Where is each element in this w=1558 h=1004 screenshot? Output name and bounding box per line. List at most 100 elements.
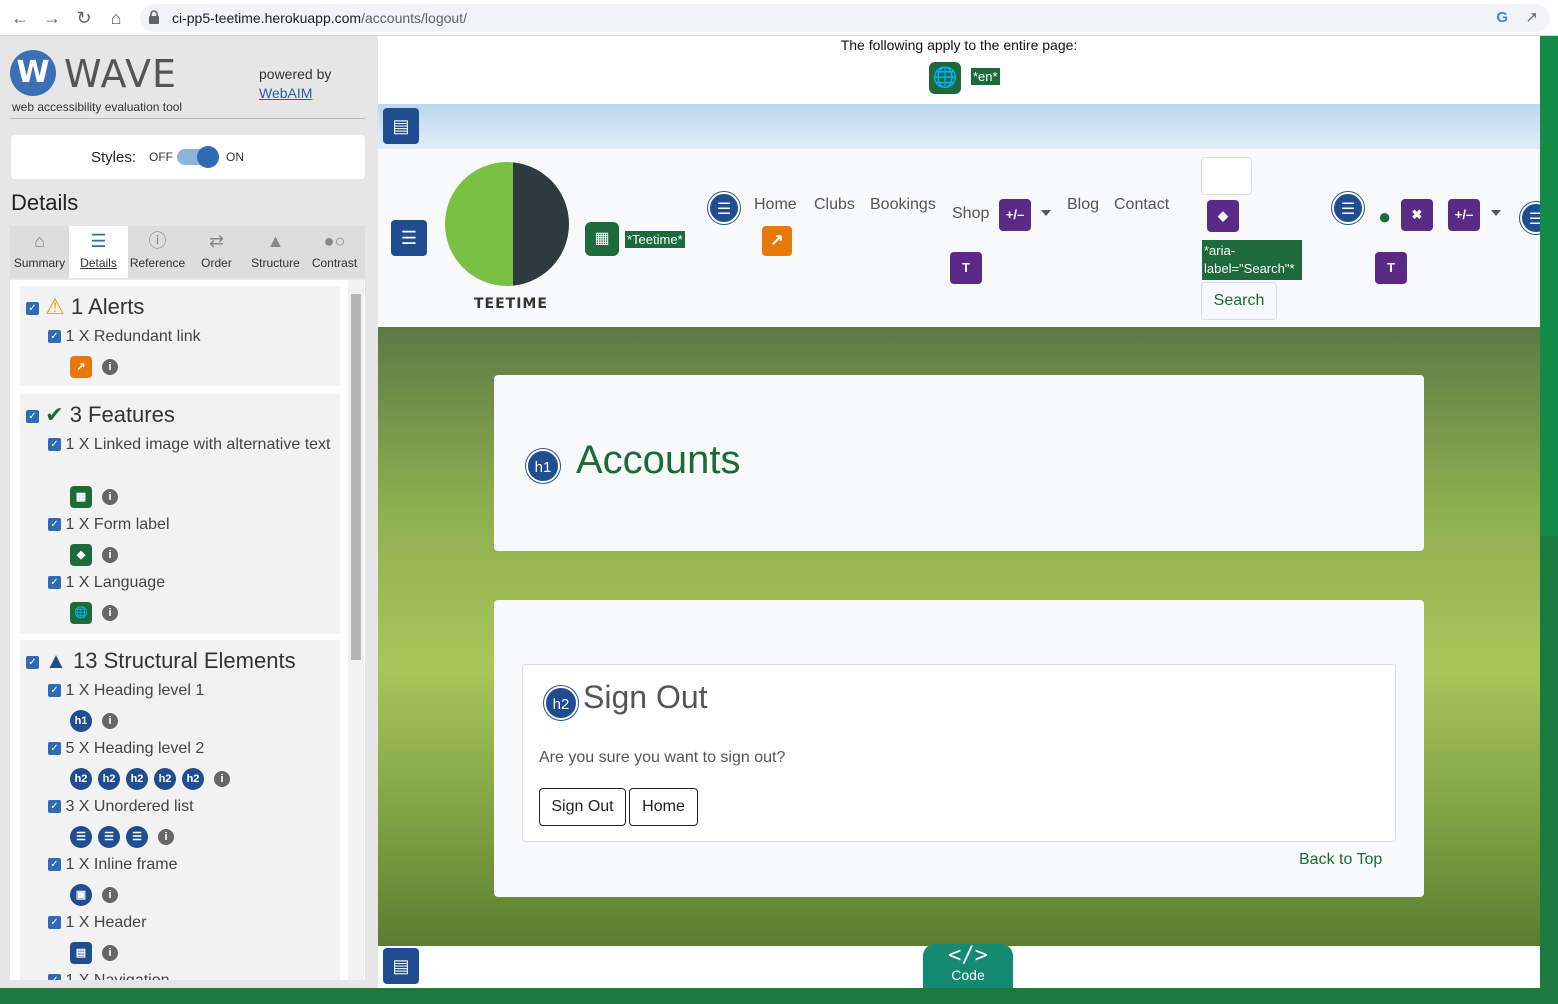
unordered-list-icon[interactable]: ☰ (708, 192, 740, 224)
header-icon[interactable]: ▤ (383, 108, 419, 144)
heading-2-icon[interactable]: h2 (70, 768, 92, 790)
unordered-list-icon[interactable]: ☰ (98, 826, 120, 848)
linked-image-icon[interactable]: ▦ (70, 486, 92, 508)
linked-image-icon[interactable]: ▦ (585, 222, 619, 256)
nav-blog[interactable]: Blog (1067, 196, 1099, 214)
item-checkbox[interactable]: ✓ (48, 916, 61, 930)
address-bar[interactable]: ci-pp5-teetime.herokuapp.com/accounts/lo… (140, 4, 1550, 32)
home-button[interactable]: Home (629, 788, 698, 826)
item-checkbox[interactable]: ✓ (48, 800, 61, 814)
page-scrollbar-thumb[interactable] (1540, 36, 1558, 536)
list-item[interactable]: ✓ 1 X Redundant link (48, 326, 338, 348)
sign-out-button[interactable]: Sign Out (539, 788, 626, 826)
item-checkbox[interactable]: ✓ (48, 742, 61, 756)
list-item[interactable]: ✓ 1 X Header (48, 912, 338, 934)
header-icon[interactable]: ▤ (70, 942, 92, 964)
redundant-link-icon[interactable]: ↗ (762, 226, 792, 256)
info-icon[interactable]: i (102, 359, 118, 375)
heading-2-icon[interactable]: h2 (544, 686, 578, 720)
nav-shop[interactable]: Shop (952, 205, 989, 223)
nav-bookings[interactable]: Bookings (870, 196, 936, 214)
features-heading[interactable]: ✓ ✔ 3 Features (26, 402, 175, 428)
alerts-checkbox[interactable]: ✓ (26, 301, 39, 315)
info-icon[interactable]: i (102, 713, 118, 729)
dropdown-caret-icon[interactable] (1491, 210, 1501, 216)
alert-icons: ↗ i (70, 356, 118, 380)
heading-2-icon[interactable]: h2 (154, 768, 176, 790)
home-icon[interactable]: ⌂ (104, 6, 128, 30)
structure-heading[interactable]: ✓ ▲ 13 Structural Elements (26, 648, 296, 674)
globe-icon[interactable]: 🌐 (70, 602, 92, 624)
list-item[interactable]: ✓ 1 X Form label (48, 514, 338, 536)
list-item[interactable]: ✓ 1 X Navigation (48, 970, 338, 980)
alerts-heading[interactable]: ✓ ⚠ 1 Alerts (26, 294, 144, 320)
nav-contact[interactable]: Contact (1114, 196, 1169, 214)
list-item[interactable]: ✓ 1 X Inline frame (48, 854, 338, 876)
inline-frame-icon[interactable]: ▣ (70, 884, 92, 906)
item-checkbox[interactable]: ✓ (48, 438, 61, 452)
item-checkbox[interactable]: ✓ (48, 518, 61, 532)
info-icon[interactable]: i (102, 489, 118, 505)
navigation-icon[interactable]: ☰ (391, 220, 427, 256)
footer-icon[interactable]: ▤ (383, 948, 419, 984)
tab-order[interactable]: ⇄ Order (187, 226, 246, 278)
nav-clubs[interactable]: Clubs (814, 196, 855, 214)
item-checkbox[interactable]: ✓ (48, 974, 61, 980)
google-icon[interactable]: G (1496, 9, 1508, 26)
list-item[interactable]: ✓ 1 X Language (48, 572, 338, 594)
back-icon[interactable]: ← (8, 6, 32, 30)
heading-1-icon[interactable]: h1 (70, 710, 92, 732)
tab-contrast[interactable]: ●○ Contrast (305, 226, 364, 278)
dropdown-caret-icon[interactable] (1041, 210, 1051, 216)
unordered-list-icon[interactable]: ☰ (1332, 192, 1364, 224)
item-checkbox[interactable]: ✓ (48, 858, 61, 872)
user-icon[interactable]: ● (1378, 204, 1391, 230)
webaim-link[interactable]: WebAIM (259, 85, 312, 101)
code-toggle-button[interactable]: </> Code (923, 944, 1013, 988)
info-icon[interactable]: i (102, 547, 118, 563)
search-input[interactable] (1201, 157, 1252, 195)
tag-icon[interactable]: ◆ (1207, 200, 1239, 232)
aria-expanded-icon[interactable]: +/– (999, 199, 1031, 231)
info-icon[interactable]: i (102, 945, 118, 961)
heading-1-icon[interactable]: h1 (526, 449, 560, 483)
item-checkbox[interactable]: ✓ (48, 576, 61, 590)
back-to-top-link[interactable]: Back to Top (1299, 851, 1382, 869)
aria-hidden-icon[interactable]: ✖ (1401, 199, 1433, 231)
redundant-link-icon[interactable]: ↗ (70, 356, 92, 378)
info-icon[interactable]: i (158, 829, 174, 845)
heading-2-icon[interactable]: h2 (98, 768, 120, 790)
features-checkbox[interactable]: ✓ (26, 409, 39, 423)
aria-icon[interactable]: T (950, 252, 982, 284)
search-button[interactable]: Search (1201, 282, 1277, 320)
item-checkbox[interactable]: ✓ (48, 330, 61, 344)
teetime-logo[interactable] (445, 162, 569, 286)
tab-details[interactable]: ☰ Details (69, 226, 128, 278)
info-icon[interactable]: i (102, 887, 118, 903)
structure-checkbox[interactable]: ✓ (26, 655, 39, 669)
unordered-list-icon[interactable]: ☰ (70, 826, 92, 848)
scrollbar-thumb[interactable] (351, 294, 361, 660)
heading-2-icon[interactable]: h2 (126, 768, 148, 790)
info-icon[interactable]: i (214, 771, 230, 787)
unordered-list-icon[interactable]: ☰ (126, 826, 148, 848)
share-icon[interactable]: ↗ (1525, 8, 1538, 26)
nav-home[interactable]: Home (754, 196, 797, 214)
item-checkbox[interactable]: ✓ (48, 684, 61, 698)
list-item[interactable]: ✓ 1 X Linked image with alternative text (48, 434, 338, 456)
tab-summary[interactable]: ⌂ Summary (10, 226, 69, 278)
tag-icon[interactable]: ◆ (70, 544, 92, 566)
language-icon[interactable]: 🌐 (929, 62, 961, 94)
tab-reference[interactable]: ⓘ Reference (128, 226, 187, 278)
forward-icon[interactable]: → (40, 6, 64, 30)
list-item[interactable]: ✓ 5 X Heading level 2 (48, 738, 338, 760)
styles-toggle-knob[interactable] (197, 146, 219, 168)
reload-icon[interactable]: ↻ (72, 6, 96, 30)
list-item[interactable]: ✓ 1 X Heading level 1 (48, 680, 338, 702)
tab-structure[interactable]: ▲ Structure (246, 226, 305, 278)
list-item[interactable]: ✓ 3 X Unordered list (48, 796, 338, 818)
heading-2-icon[interactable]: h2 (182, 768, 204, 790)
info-icon[interactable]: i (102, 605, 118, 621)
aria-icon[interactable]: T (1375, 252, 1407, 284)
aria-expanded-icon[interactable]: +/– (1448, 199, 1480, 231)
